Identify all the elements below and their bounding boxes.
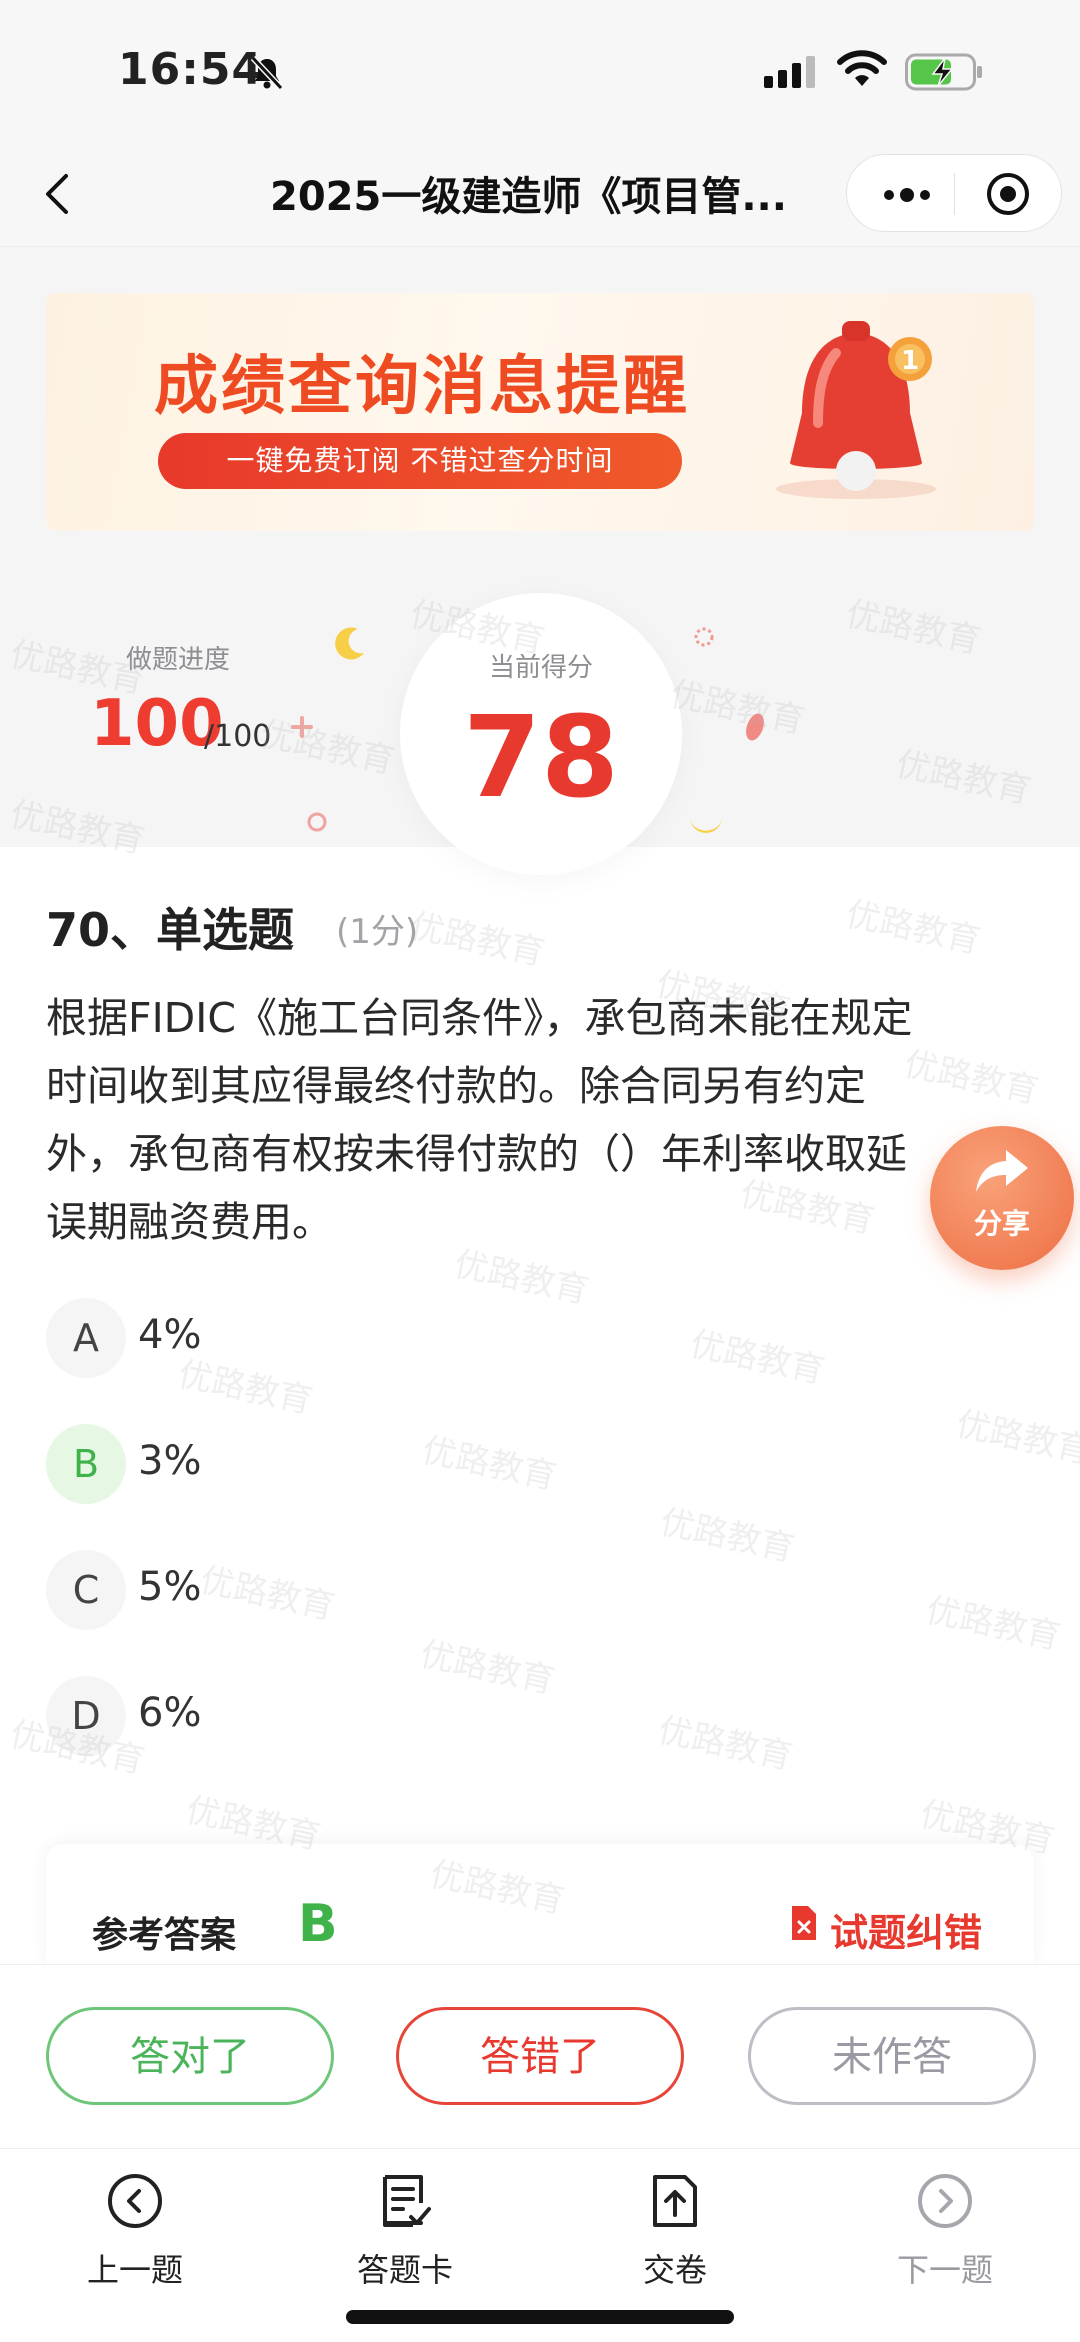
progress-label: 做题进度 (126, 645, 231, 675)
tab-answer-card[interactable]: 答题卡 (270, 2169, 540, 2291)
progress-total: /100 (204, 719, 272, 754)
option-text: 6% (138, 1690, 202, 1736)
confetti-sparkle-icon (694, 627, 714, 647)
confetti-moon-icon (335, 627, 364, 660)
more-dots-icon[interactable] (877, 177, 937, 213)
tab-next[interactable]: 下一题 (810, 2169, 1080, 2291)
report-error-label: 试题纠错 (830, 1911, 983, 1955)
score-summary-area: 成绩查询消息提醒 一键免费订阅 不错过查分时间 1 做题进度 100 /100 … (0, 247, 1080, 875)
answer-card-icon (383, 2175, 431, 2227)
share-label: 分享 (973, 1207, 1030, 1240)
watermark: 优路教育 (656, 1502, 798, 1570)
answered-wrong-button[interactable]: 答错了 (396, 2007, 684, 2105)
share-arrow-icon (976, 1150, 1028, 1192)
status-time: 16:54 (118, 44, 264, 95)
tab-submit[interactable]: 交卷 (540, 2169, 810, 2291)
tab-label: 答题卡 (356, 2251, 453, 2289)
watermark: 优路教育 (416, 1634, 558, 1702)
navigation-bar: 2025一级建造师《项目管... (0, 140, 1080, 247)
score-value: 78 (463, 693, 619, 823)
score-circle: 当前得分 78 (400, 593, 682, 875)
answer-card: 参考答案 B 试题纠错 (46, 1844, 1034, 1964)
back-arrow-icon[interactable] (30, 164, 90, 224)
score-label: 当前得分 (488, 653, 593, 683)
share-button[interactable]: 分享 (930, 1126, 1074, 1270)
option-text: 3% (138, 1438, 202, 1484)
bell-muted-icon (250, 55, 284, 91)
tab-previous[interactable]: 上一题 (0, 2169, 270, 2291)
cellular-signal-icon (764, 56, 815, 88)
watermark: 优路教育 (922, 1590, 1064, 1658)
option-letter: D (46, 1676, 126, 1756)
option-letter-correct: B (46, 1424, 126, 1504)
not-answered-button[interactable]: 未作答 (748, 2007, 1036, 2105)
watermark: 优路教育 (196, 1560, 338, 1628)
home-indicator (346, 2310, 734, 2324)
close-mini-program-icon[interactable] (985, 171, 1031, 217)
option-letter: A (46, 1298, 126, 1378)
confetti-leaf-icon (746, 713, 764, 741)
option-text: 4% (138, 1312, 202, 1358)
submit-icon (653, 2175, 697, 2227)
notification-bell-icon: 1 (776, 321, 936, 499)
question-heading: 70、单选题 (46, 903, 295, 957)
watermark: 优路教育 (686, 1324, 828, 1392)
page-title: 2025一级建造师《项目管... (270, 174, 787, 220)
prev-circle-icon (108, 2174, 162, 2228)
next-circle-icon (918, 2174, 972, 2228)
watermark: 优路教育 (842, 894, 984, 962)
subscribe-pill[interactable]: 一键免费订阅 不错过查分时间 (158, 433, 682, 489)
watermark: 优路教育 (952, 1404, 1080, 1472)
confetti-crescent-icon (690, 817, 722, 833)
watermark: 优路教育 (418, 1430, 560, 1498)
error-document-icon (792, 1906, 816, 1940)
score-reminder-banner[interactable]: 成绩查询消息提醒 一键免费订阅 不错过查分时间 1 (46, 293, 1034, 531)
answered-right-button[interactable]: 答对了 (46, 2007, 334, 2105)
banner-headline: 成绩查询消息提醒 (154, 350, 690, 424)
self-assess-bar: 答对了 答错了 未作答 (0, 1964, 1080, 2149)
confetti-plus-icon (291, 716, 313, 738)
status-bar: 16:54 (0, 0, 1080, 140)
wifi-icon (837, 50, 887, 86)
tab-label: 上一题 (86, 2251, 183, 2289)
confetti-ring-icon (307, 812, 327, 832)
option-text: 5% (138, 1564, 202, 1610)
tab-label: 交卷 (642, 2251, 707, 2289)
capsule-divider (954, 173, 955, 215)
option-letter: C (46, 1550, 126, 1630)
tab-label: 下一题 (896, 2251, 993, 2289)
mini-program-capsule (846, 154, 1062, 232)
watermark: 优路教育 (654, 1710, 796, 1778)
reference-answer-value: B (298, 1894, 338, 1954)
question-stem: 根据FIDIC《施工台同条件》，承包商未能在规定时间收到其应得最终付款的。除合同… (46, 994, 913, 1246)
reference-answer-label: 参考答案 (92, 1915, 237, 1956)
watermark: 优路教育 (406, 906, 548, 974)
battery-charging-icon (905, 53, 982, 91)
bell-badge-number: 1 (901, 346, 919, 376)
question-points: (1分) (336, 912, 419, 952)
